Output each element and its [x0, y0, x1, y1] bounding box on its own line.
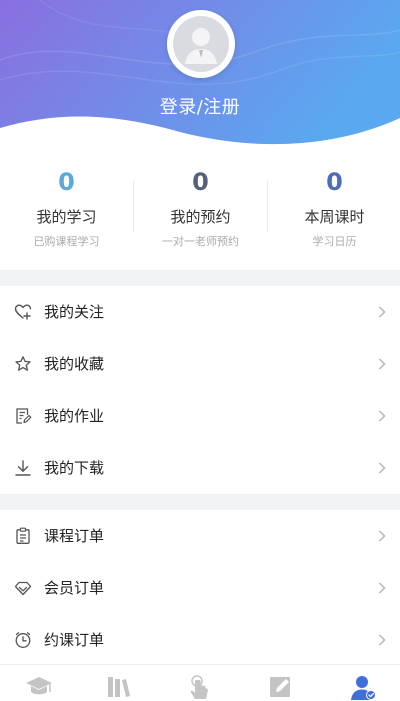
menu-group-orders: 课程订单 会员订单 约课订单	[0, 510, 400, 666]
menu-item-label: 我的收藏	[44, 355, 105, 373]
profile-header: 登录/注册	[0, 0, 400, 170]
default-user-icon	[173, 16, 229, 72]
menu-item-course-orders[interactable]: 课程订单	[0, 510, 400, 562]
chevron-right-icon	[378, 634, 386, 646]
chevron-right-icon	[378, 358, 386, 370]
menu-item-label: 课程订单	[44, 527, 105, 545]
edit-note-icon[interactable]	[266, 673, 296, 701]
menu-item-booking-orders[interactable]: 约课订单	[0, 614, 400, 666]
graduation-cap-icon[interactable]	[24, 673, 54, 701]
star-icon	[15, 356, 31, 371]
download-icon	[15, 460, 31, 476]
menu-item-homework[interactable]: 我的作业	[0, 390, 400, 442]
menu-item-label: 会员订单	[44, 579, 105, 597]
touch-hand-icon[interactable]	[185, 673, 215, 701]
stat-sub: 已购课程学习	[33, 235, 100, 248]
chevron-right-icon	[378, 582, 386, 594]
menu-item-favorites[interactable]: 我的收藏	[0, 338, 400, 390]
chevron-right-icon	[378, 410, 386, 422]
stat-value: 0	[192, 168, 209, 196]
stat-value: 0	[326, 168, 343, 196]
bottom-tab-bar	[0, 664, 400, 701]
stat-sub: 学习日历	[312, 235, 357, 248]
chevron-right-icon	[378, 306, 386, 318]
clipboard-icon	[16, 527, 30, 544]
heart-plus-icon	[14, 304, 32, 320]
menu-item-label: 我的关注	[44, 303, 105, 321]
menu-item-label: 我的作业	[44, 407, 105, 425]
stat-my-learning[interactable]: 0 我的学习 已购课程学习	[0, 162, 133, 260]
section-gap	[0, 494, 400, 510]
menu-item-follow[interactable]: 我的关注	[0, 286, 400, 338]
menu-item-membership-orders[interactable]: 会员订单	[0, 562, 400, 614]
user-verified-icon[interactable]	[348, 673, 378, 701]
books-icon[interactable]	[104, 673, 134, 701]
chevron-right-icon	[378, 530, 386, 542]
diamond-icon	[14, 581, 32, 596]
chevron-right-icon	[378, 462, 386, 474]
stat-label: 我的学习	[36, 208, 97, 226]
avatar[interactable]	[167, 10, 235, 78]
stat-value: 0	[58, 168, 75, 196]
clock-icon	[15, 632, 31, 648]
stat-sub: 一对一老师预约	[162, 235, 239, 248]
menu-group-personal: 我的关注 我的收藏 我的作业 我的下载	[0, 286, 400, 494]
menu-item-label: 约课订单	[44, 631, 105, 649]
stat-label: 本周课时	[304, 208, 365, 226]
homework-icon	[16, 408, 32, 424]
stat-label: 我的预约	[170, 208, 231, 226]
login-register-link[interactable]: 登录/注册	[0, 93, 400, 119]
menu-item-downloads[interactable]: 我的下载	[0, 442, 400, 494]
stat-my-appointments[interactable]: 0 我的预约 一对一老师预约	[134, 162, 267, 260]
menu-item-label: 我的下载	[44, 459, 105, 477]
section-gap	[0, 270, 400, 286]
stats-row: 0 我的学习 已购课程学习 0 我的预约 一对一老师预约 0 本周课时 学习日历	[0, 162, 400, 260]
stat-week-hours[interactable]: 0 本周课时 学习日历	[268, 162, 400, 260]
